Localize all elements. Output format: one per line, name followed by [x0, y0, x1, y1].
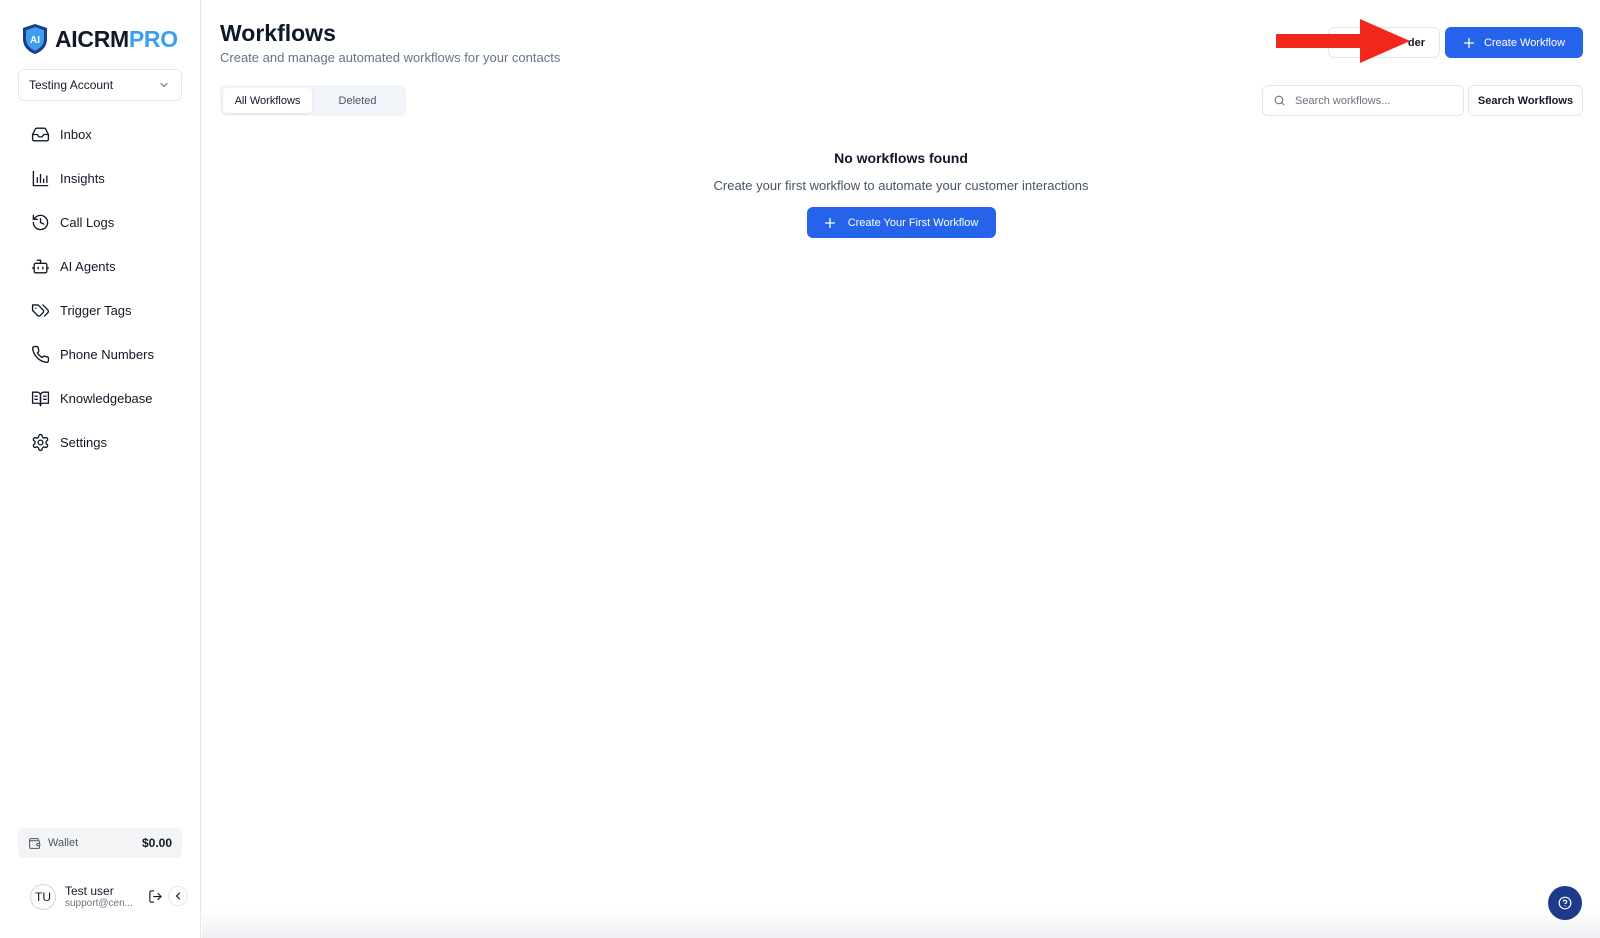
sidebar-item-settings[interactable]: Settings: [18, 424, 184, 460]
sidebar: AI AICRMPRO Testing Account Inbox Insigh…: [0, 0, 201, 938]
user-profile: TU Test user support@cen...: [30, 878, 194, 916]
sidebar-item-label: Settings: [60, 434, 107, 450]
sidebar-item-label: Knowledgebase: [60, 390, 153, 406]
bar-chart-icon: [32, 170, 49, 186]
svg-text:AI: AI: [30, 35, 40, 46]
sidebar-item-label: Phone Numbers: [60, 346, 154, 362]
book-icon: [31, 390, 50, 406]
brand[interactable]: AI AICRMPRO: [21, 22, 178, 56]
sidebar-item-inbox[interactable]: Inbox: [18, 116, 184, 152]
sidebar-item-ai-agents[interactable]: AI Agents: [18, 248, 184, 284]
gear-icon: [32, 433, 49, 451]
tags-icon: [31, 303, 50, 317]
workflow-tabs: All Workflows Deleted: [220, 85, 406, 116]
chevron-left-icon: [175, 892, 181, 900]
bot-icon: [31, 258, 50, 274]
sidebar-item-knowledgebase[interactable]: Knowledgebase: [18, 380, 184, 416]
avatar[interactable]: TU: [30, 884, 56, 910]
secondary-header-button-label: der: [1407, 36, 1425, 49]
collapse-sidebar-button[interactable]: [168, 886, 188, 906]
wallet-icon: [29, 837, 41, 849]
sidebar-item-label: Inbox: [60, 126, 92, 142]
user-info: Test user support@cen...: [65, 884, 133, 910]
app-root: AI AICRMPRO Testing Account Inbox Insigh…: [0, 0, 1600, 938]
brand-name: AICRMPRO: [55, 26, 178, 53]
help-circle-icon: [1558, 896, 1572, 910]
plus-icon: [824, 217, 835, 228]
wallet-label: Wallet: [48, 837, 79, 849]
shield-logo-icon: AI: [23, 24, 47, 54]
bottom-fade: [202, 910, 1600, 938]
page-title: Workflows: [220, 20, 336, 46]
tab-all-workflows[interactable]: All Workflows: [223, 88, 312, 113]
help-button[interactable]: [1548, 886, 1582, 920]
phone-icon: [32, 345, 50, 363]
sidebar-item-insights[interactable]: Insights: [18, 160, 184, 196]
create-workflow-button[interactable]: Create Workflow: [1445, 27, 1583, 58]
search-input[interactable]: [1295, 94, 1445, 107]
sidebar-nav: Inbox Insights Call Logs AI Agents Trigg…: [18, 116, 184, 468]
sidebar-item-label: Insights: [60, 170, 105, 186]
sidebar-item-label: Call Logs: [60, 214, 115, 230]
user-email: support@cen...: [65, 898, 133, 910]
inbox-icon: [31, 126, 50, 142]
search-box: [1262, 85, 1464, 116]
create-first-workflow-label: Create Your First Workflow: [847, 216, 979, 229]
user-name: Test user: [65, 883, 114, 898]
create-workflow-label: Create Workflow: [1483, 36, 1566, 49]
history-icon: [32, 214, 49, 230]
sidebar-item-call-logs[interactable]: Call Logs: [18, 204, 184, 240]
account-select[interactable]: Testing Account: [18, 69, 182, 101]
empty-state: No workflows found Create your first wor…: [202, 150, 1600, 238]
account-select-value: Testing Account: [29, 78, 114, 92]
tab-deleted[interactable]: Deleted: [312, 88, 403, 113]
empty-state-text: Create your first workflow to automate y…: [713, 178, 1089, 193]
search-workflows-button[interactable]: Search Workflows: [1468, 85, 1583, 116]
plus-icon: [1463, 37, 1475, 48]
sidebar-item-label: Trigger Tags: [60, 302, 132, 318]
wallet-amount: $0.00: [141, 836, 172, 850]
sidebar-item-phone-numbers[interactable]: Phone Numbers: [18, 336, 184, 372]
logout-icon[interactable]: [148, 889, 163, 904]
wallet-card[interactable]: Wallet $0.00: [18, 828, 182, 858]
main-content: Workflows Create and manage automated wo…: [202, 0, 1600, 938]
brand-name-part1: AICRM: [55, 25, 129, 52]
sidebar-item-trigger-tags[interactable]: Trigger Tags: [18, 292, 184, 328]
empty-state-title: No workflows found: [834, 150, 968, 166]
sidebar-item-label: AI Agents: [60, 258, 116, 274]
brand-name-part2: PRO: [128, 25, 178, 52]
create-first-workflow-button[interactable]: Create Your First Workflow: [806, 207, 996, 238]
search-icon: [1274, 95, 1285, 106]
page-subtitle: Create and manage automated workflows fo…: [220, 50, 561, 65]
annotation-arrow-icon: [1276, 19, 1410, 63]
chevron-down-icon: [160, 82, 168, 88]
